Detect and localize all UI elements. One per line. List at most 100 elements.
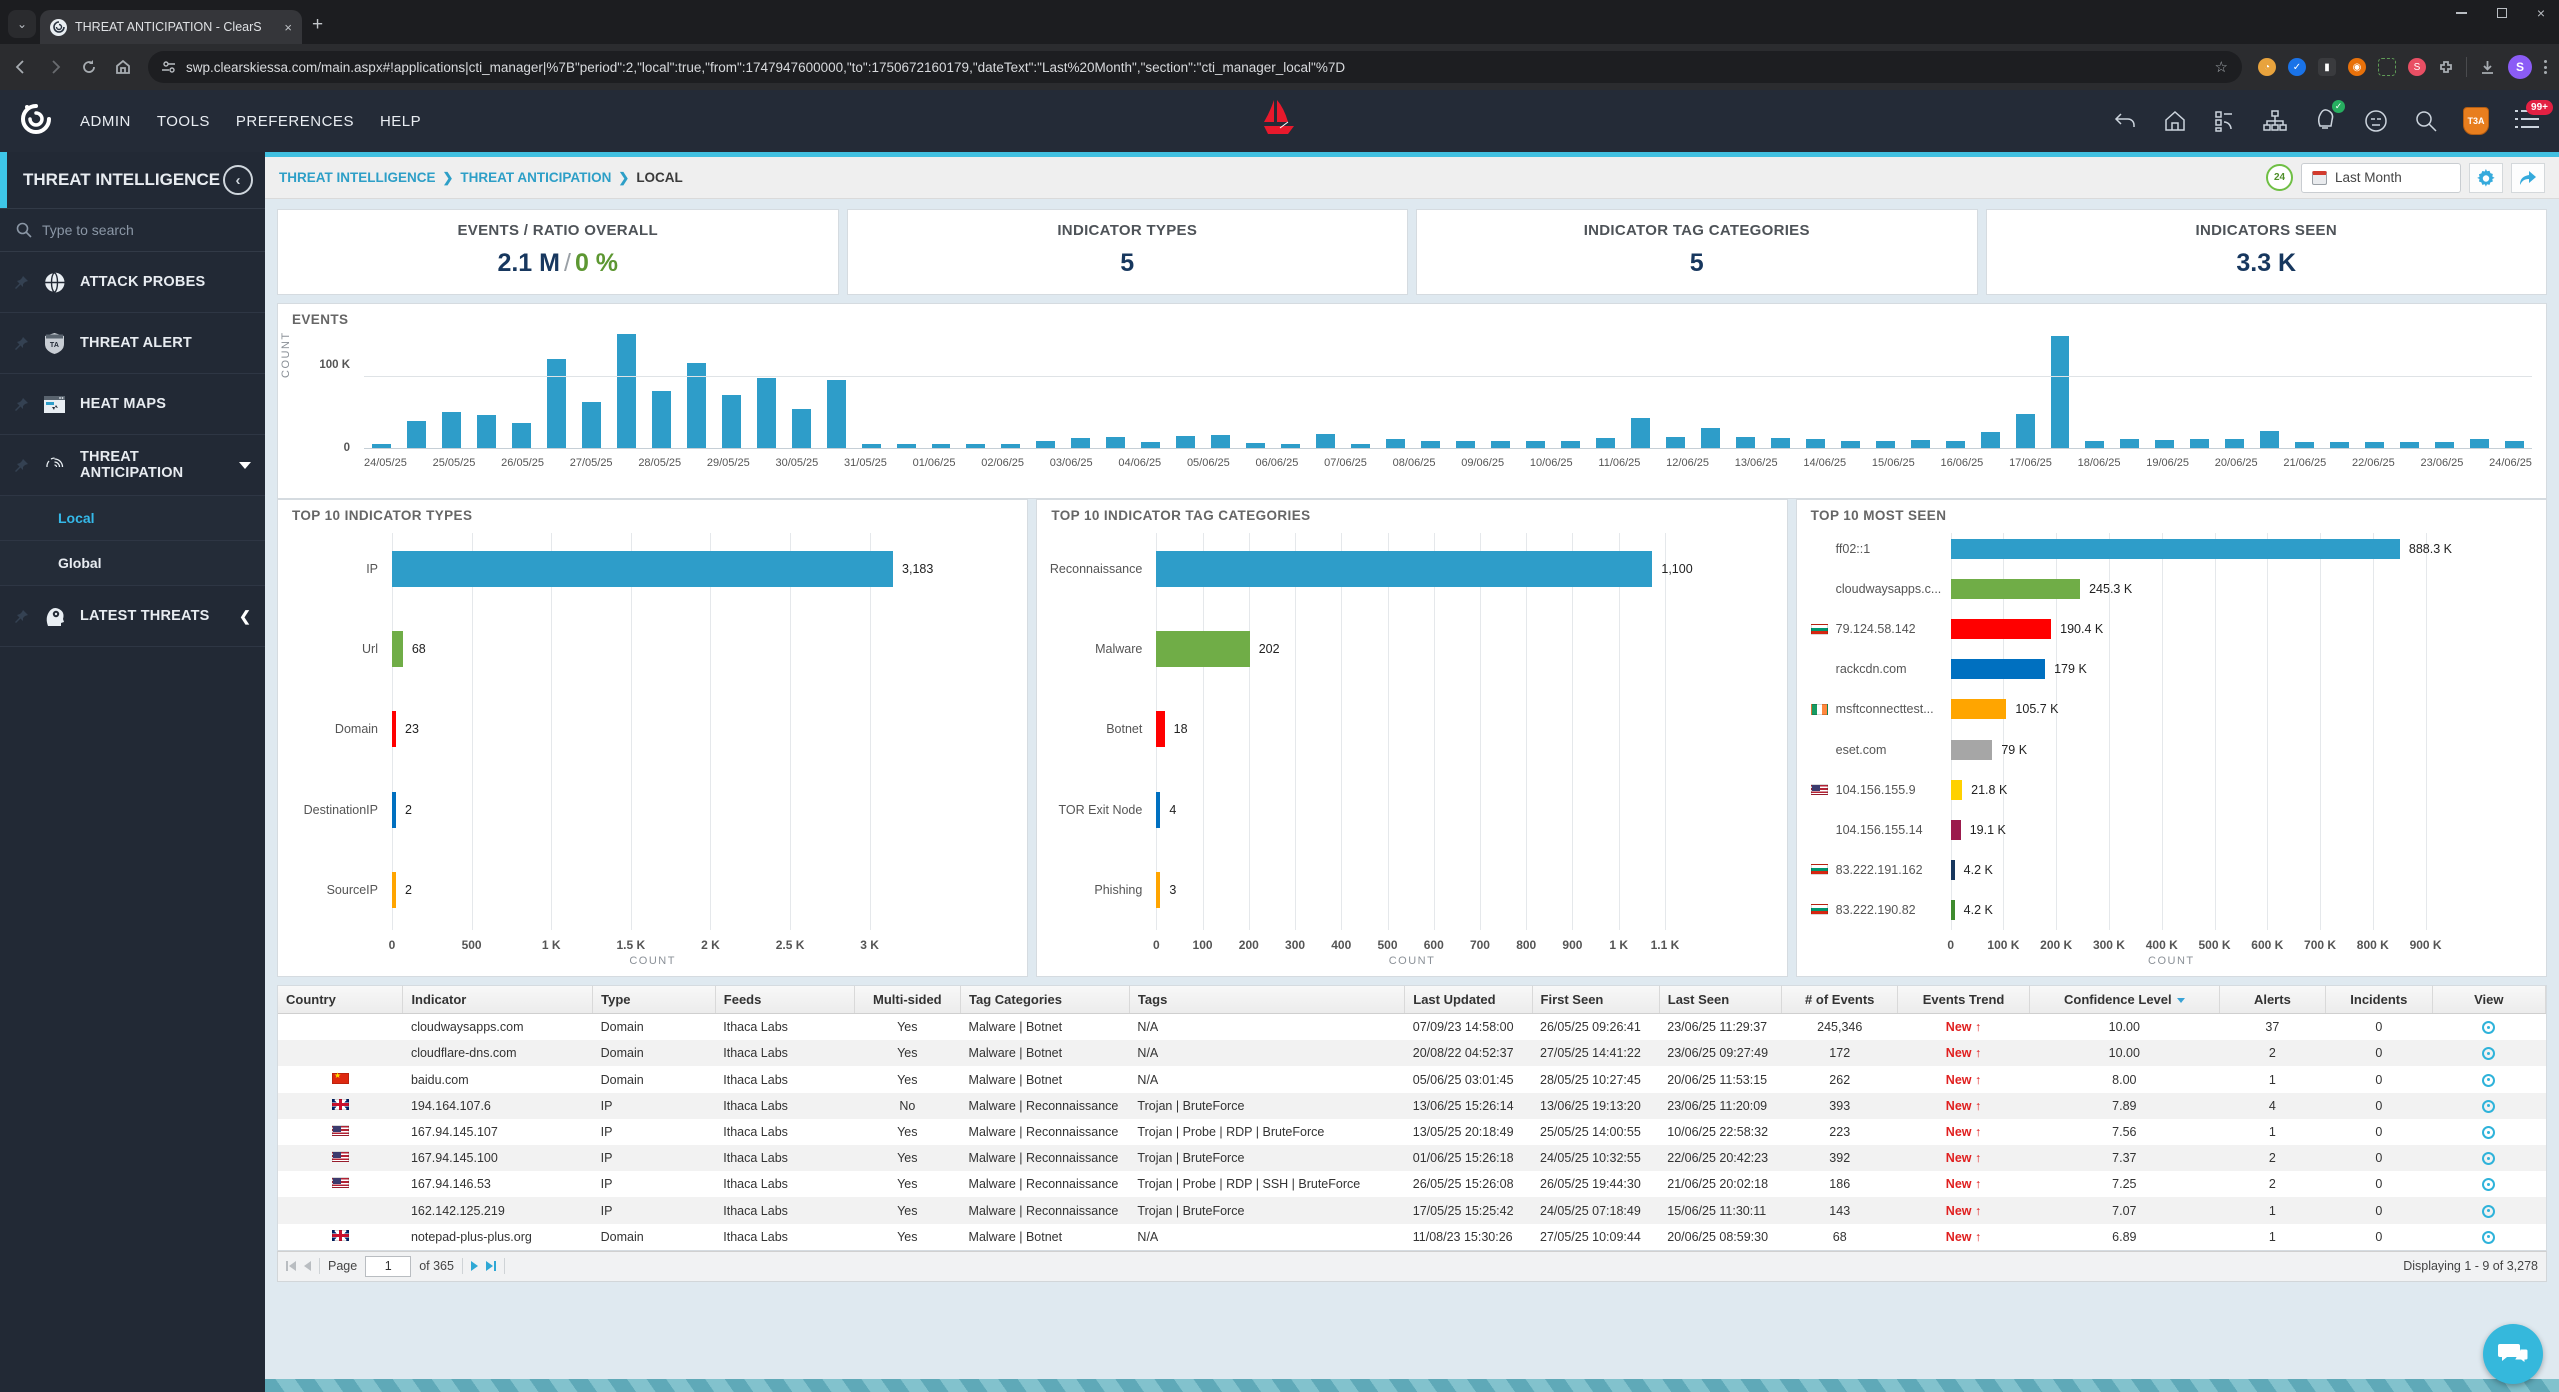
chart-bar[interactable]	[1156, 631, 1249, 667]
table-row[interactable]: 167.94.145.107IPIthaca LabsYesMalware | …	[278, 1119, 2546, 1145]
events-bar[interactable]	[966, 444, 985, 448]
view-eye-icon[interactable]	[2482, 1074, 2495, 1087]
extension-rss-icon[interactable]: ◉	[2348, 58, 2366, 76]
chart-bar[interactable]	[1156, 872, 1160, 908]
share-button[interactable]	[2511, 163, 2545, 193]
audit-log-icon[interactable]	[2212, 108, 2238, 134]
events-bar[interactable]	[547, 359, 566, 448]
table-row[interactable]: baidu.comDomainIthaca LabsYesMalware | B…	[278, 1066, 2546, 1092]
clearsky-logo-icon[interactable]	[18, 101, 54, 142]
sidebar-item-heat-maps[interactable]: HEAT MAPS	[0, 374, 265, 435]
events-bar[interactable]	[897, 444, 916, 448]
undo-icon[interactable]	[2112, 108, 2138, 134]
events-bar[interactable]	[1176, 436, 1195, 448]
events-bar[interactable]	[792, 409, 811, 448]
view-eye-icon[interactable]	[2482, 1178, 2495, 1191]
settings-button[interactable]	[2469, 163, 2503, 193]
view-eye-icon[interactable]	[2482, 1205, 2495, 1218]
column-header-tags[interactable]: Tags	[1129, 986, 1404, 1014]
events-bar[interactable]	[442, 412, 461, 448]
pin-icon[interactable]	[14, 609, 29, 624]
threat-lab-shield-icon[interactable]: T3A	[2463, 107, 2489, 135]
column-header-feeds[interactable]: Feeds	[715, 986, 854, 1014]
table-row[interactable]: cloudflare-dns.comDomainIthaca LabsYesMa…	[278, 1040, 2546, 1066]
chart-bar[interactable]	[1951, 699, 2007, 719]
browser-tab[interactable]: THREAT ANTICIPATION - ClearS ×	[40, 10, 302, 44]
chart-bar[interactable]	[1156, 551, 1652, 587]
chart-bar[interactable]	[1951, 619, 2051, 639]
events-bar[interactable]	[932, 444, 951, 448]
date-range-picker[interactable]: Last Month	[2301, 163, 2461, 193]
profile-avatar[interactable]: S	[2508, 55, 2532, 79]
breadcrumb-threat-anticipation[interactable]: THREAT ANTICIPATION	[460, 170, 611, 185]
events-bar[interactable]	[1701, 428, 1720, 448]
download-icon[interactable]	[2479, 59, 2496, 76]
breadcrumb-threat-intelligence[interactable]: THREAT INTELLIGENCE	[279, 170, 436, 185]
events-bar[interactable]	[2120, 439, 2139, 448]
forward-icon[interactable]	[46, 58, 64, 76]
sidebar-item-threat-alert[interactable]: TA THREAT ALERT	[0, 313, 265, 374]
new-tab-button[interactable]: +	[312, 14, 323, 36]
events-bar[interactable]	[1596, 438, 1615, 448]
events-bar[interactable]	[1841, 441, 1860, 448]
sidebar-subitem-global[interactable]: Global	[0, 541, 265, 586]
first-page-button[interactable]	[286, 1261, 296, 1271]
menu-help[interactable]: HELP	[380, 113, 421, 130]
prev-page-button[interactable]	[304, 1261, 311, 1271]
view-eye-icon[interactable]	[2482, 1021, 2495, 1034]
events-bar[interactable]	[1246, 443, 1265, 448]
window-minimize-button[interactable]	[2456, 12, 2467, 14]
search-icon[interactable]	[2413, 108, 2439, 134]
pin-icon[interactable]	[14, 275, 29, 290]
chart-bar[interactable]	[1951, 539, 2400, 559]
extension-clock-icon[interactable]: ◔	[2258, 58, 2276, 76]
events-bar[interactable]	[2400, 442, 2419, 448]
events-bar[interactable]	[1456, 441, 1475, 448]
events-bar[interactable]	[2051, 336, 2070, 448]
sidebar-collapse-button[interactable]: ‹	[223, 165, 253, 195]
column-header-type[interactable]: Type	[593, 986, 716, 1014]
sidebar-item-threat-anticipation[interactable]: THREAT ANTICIPATION	[0, 435, 265, 496]
column-header-indicator[interactable]: Indicator	[403, 986, 593, 1014]
chart-bar[interactable]	[392, 551, 893, 587]
table-row[interactable]: 162.142.125.219IPIthaca LabsYesMalware |…	[278, 1197, 2546, 1223]
events-bar[interactable]	[862, 444, 881, 448]
sidebar-subitem-local[interactable]: Local	[0, 496, 265, 541]
events-bar[interactable]	[1631, 418, 1650, 448]
events-bar[interactable]	[1911, 440, 1930, 448]
menu-admin[interactable]: ADMIN	[80, 113, 131, 130]
browser-menu-icon[interactable]	[2544, 60, 2547, 74]
last-page-button[interactable]	[486, 1261, 496, 1271]
events-bar[interactable]	[1666, 437, 1685, 448]
url-bar[interactable]: swp.clearskiessa.com/main.aspx#!applicat…	[148, 51, 2242, 83]
chart-bar[interactable]	[392, 792, 396, 828]
extensions-puzzle-icon[interactable]	[2438, 59, 2454, 75]
events-bar[interactable]	[1106, 437, 1125, 448]
events-bar[interactable]	[1876, 441, 1895, 448]
sidebar-search[interactable]: Type to search	[0, 208, 265, 252]
chat-fab-button[interactable]	[2483, 1324, 2543, 1384]
alerts-bell-icon[interactable]: ✓	[2312, 105, 2339, 137]
events-bar[interactable]	[1071, 438, 1090, 448]
column-header-events-trend[interactable]: Events Trend	[1898, 986, 2030, 1014]
chart-bar[interactable]	[1951, 860, 1955, 880]
view-eye-icon[interactable]	[2482, 1231, 2495, 1244]
auto-refresh-icon[interactable]: 24	[2266, 164, 2293, 191]
home-icon[interactable]	[114, 58, 132, 76]
events-bar[interactable]	[1421, 441, 1440, 448]
events-bar[interactable]	[1771, 438, 1790, 448]
column-header-view[interactable]: View	[2432, 986, 2545, 1014]
chart-bar[interactable]	[1156, 711, 1164, 747]
pin-icon[interactable]	[14, 336, 29, 351]
column-header-country[interactable]: Country	[278, 986, 403, 1014]
tab-close-icon[interactable]: ×	[284, 20, 292, 35]
url-text[interactable]: swp.clearskiessa.com/main.aspx#!applicat…	[186, 60, 2205, 75]
menu-preferences[interactable]: PREFERENCES	[236, 113, 354, 130]
events-bar[interactable]	[582, 402, 601, 448]
view-eye-icon[interactable]	[2482, 1152, 2495, 1165]
events-bar[interactable]	[2016, 414, 2035, 448]
back-icon[interactable]	[12, 58, 30, 76]
events-bar[interactable]	[2295, 442, 2314, 448]
events-bar[interactable]	[2225, 439, 2244, 448]
events-bar[interactable]	[652, 391, 671, 448]
